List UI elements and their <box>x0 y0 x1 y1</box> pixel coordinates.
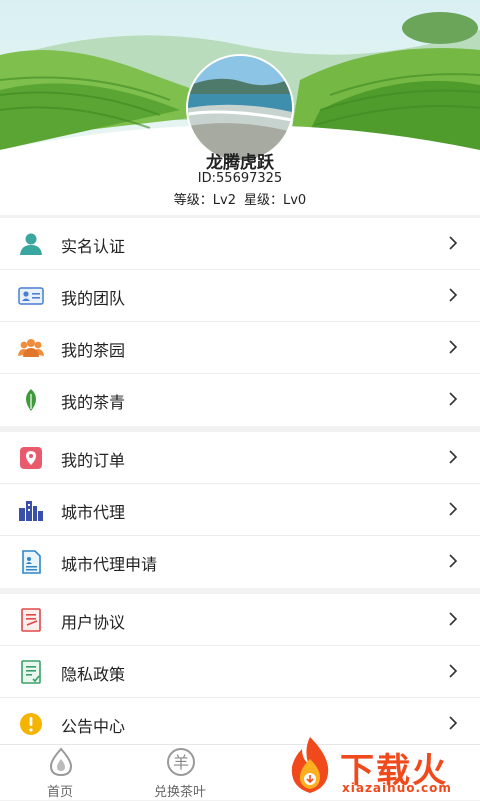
menu-item-label: 实名认证 <box>61 237 126 256</box>
menu-item-privacy-policy[interactable]: 隐私政策 <box>0 646 480 698</box>
location-pin-icon <box>20 447 42 469</box>
watermark-logo: 下载火 xiazaihuo.com <box>282 735 480 797</box>
chevron-right-icon <box>449 716 458 730</box>
user-id: ID:55697325 <box>197 171 283 186</box>
chevron-right-icon <box>449 340 458 354</box>
chevron-right-icon <box>449 450 458 464</box>
menu-group-orders: 我的订单 城市代理 城市代理申请 <box>0 432 480 588</box>
menu-item-label: 用户协议 <box>61 613 126 632</box>
avatar[interactable] <box>186 54 294 162</box>
chevron-right-icon <box>449 502 458 516</box>
chevron-right-icon <box>449 612 458 626</box>
id-card-icon <box>18 287 44 305</box>
group-icon <box>18 339 44 357</box>
menu-item-my-tea-garden[interactable]: 我的茶园 <box>0 322 480 374</box>
leaf-icon <box>26 389 36 411</box>
menu-item-my-team[interactable]: 我的团队 <box>0 270 480 322</box>
tab-home-label: 首页 <box>46 785 73 800</box>
profile-header: 龙腾虎跃 ID:55697325 等级：Lv2 星级：Lv0 <box>0 0 480 215</box>
chevron-right-icon <box>449 392 458 406</box>
chevron-right-icon <box>449 288 458 302</box>
star-level: 星级：Lv0 <box>244 193 307 208</box>
menu-item-label: 我的茶青 <box>61 393 126 412</box>
menu-item-my-tea-leaves[interactable]: 我的茶青 <box>0 374 480 426</box>
menu-item-label: 我的茶园 <box>61 341 126 360</box>
menu-item-label: 我的订单 <box>61 451 126 470</box>
menu-item-label: 隐私政策 <box>61 665 126 684</box>
menu-item-label: 我的团队 <box>61 289 126 308</box>
menu-group-account: 实名认证 我的团队 我的茶园 我的茶青 <box>0 218 480 426</box>
agreement-icon <box>21 608 41 632</box>
menu-item-label: 城市代理申请 <box>61 555 158 574</box>
policy-icon <box>21 660 41 684</box>
menu-item-label: 城市代理 <box>61 503 126 522</box>
city-buildings-icon <box>19 501 43 521</box>
chevron-right-icon <box>449 236 458 250</box>
document-icon <box>22 550 41 574</box>
menu-item-label: 公告中心 <box>61 717 126 736</box>
tab-exchange-label: 兑换茶叶 <box>153 785 206 800</box>
home-drop-icon <box>49 747 73 777</box>
watermark-subtitle: xiazaihuo.com <box>342 781 452 795</box>
tab-home[interactable]: 首页 <box>0 745 120 801</box>
notice-icon <box>20 713 42 735</box>
flame-logo-icon <box>291 737 329 793</box>
menu-item-user-agreement[interactable]: 用户协议 <box>0 594 480 646</box>
chevron-right-icon <box>449 664 458 678</box>
user-levels: 等级：Lv2 星级：Lv0 <box>0 189 480 208</box>
menu-item-city-agent-application[interactable]: 城市代理申请 <box>0 536 480 588</box>
menu-item-real-name-verification[interactable]: 实名认证 <box>0 218 480 270</box>
menu-item-my-orders[interactable]: 我的订单 <box>0 432 480 484</box>
menu-group-info: 用户协议 隐私政策 公告中心 <box>0 594 480 750</box>
tab-exchange-tea[interactable]: 羊 兑换茶叶 <box>120 745 240 801</box>
chevron-right-icon <box>449 554 458 568</box>
person-icon <box>20 233 42 255</box>
grade-level: 等级：Lv2 <box>173 193 236 208</box>
username: 龙腾虎跃 <box>206 153 274 173</box>
menu-item-city-agent[interactable]: 城市代理 <box>0 484 480 536</box>
exchange-coin-symbol: 羊 <box>172 753 189 772</box>
